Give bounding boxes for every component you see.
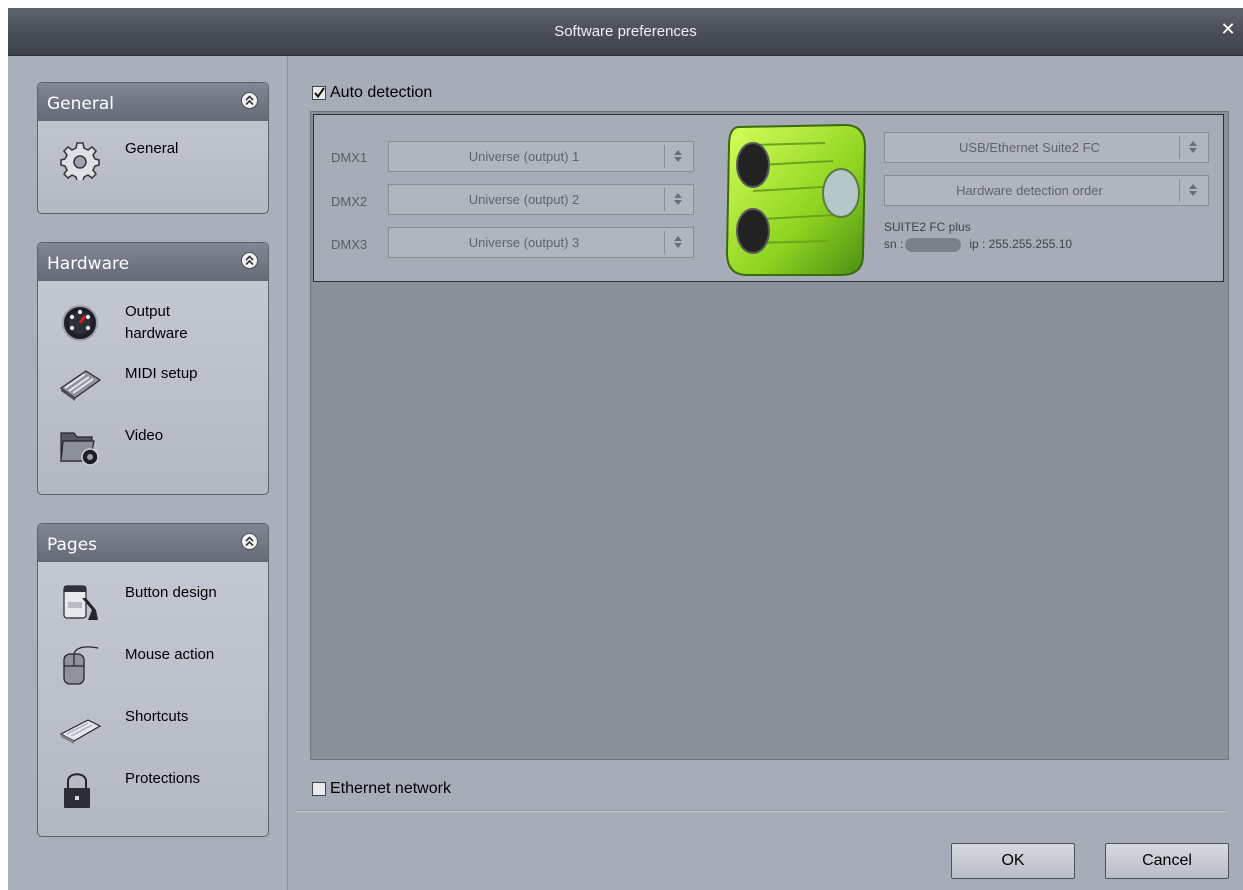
dmx3-select[interactable]: Universe (output) 3	[388, 227, 694, 258]
dmx1-select[interactable]: Universe (output) 1	[388, 141, 694, 172]
collapse-icon[interactable]	[241, 533, 258, 550]
sidebar-item-label: MIDI setup	[125, 365, 198, 382]
keyboard-icon	[59, 719, 102, 744]
select-value: Universe (output) 1	[468, 149, 580, 164]
sidebar-item-mouse-action[interactable]: Mouse action	[58, 642, 258, 698]
spin-arrows-icon[interactable]	[1179, 136, 1206, 159]
sidebar-item-label: Shortcuts	[125, 708, 189, 725]
sidebar-item-label: Video	[125, 427, 164, 444]
serial-label: sn :	[884, 237, 904, 251]
panel-hardware: Hardware Output hardware MIDI setup Vide…	[37, 242, 269, 495]
ethernet-network-checkbox[interactable]: Ethernet network	[312, 780, 451, 798]
sidebar-item-label: General	[125, 140, 179, 157]
sidebar-item-button-design[interactable]: Button design	[58, 580, 258, 636]
dmx2-select[interactable]: Universe (output) 2	[388, 184, 694, 215]
ok-button[interactable]: OK	[951, 843, 1075, 879]
paint-bucket-icon	[63, 585, 98, 620]
sidebar-item-shortcuts[interactable]: Shortcuts	[58, 704, 258, 760]
select-value: Universe (output) 3	[468, 235, 580, 250]
video-folder-icon	[60, 432, 99, 466]
device-list-area: DMX1 Universe (output) 1 DMX2 Universe (…	[310, 111, 1229, 760]
sidebar-item-label: Output hardware	[125, 303, 188, 342]
serial-redaction	[905, 237, 962, 252]
sidebar-item-protections[interactable]: Protections	[58, 766, 258, 822]
device-card[interactable]: DMX1 Universe (output) 1 DMX2 Universe (…	[313, 114, 1224, 282]
sidebar-item-label: Button design	[125, 584, 217, 601]
interface-select[interactable]: USB/Ethernet Suite2 FC	[884, 132, 1209, 163]
checkbox-box[interactable]	[312, 86, 326, 100]
select-value: Hardware detection order	[956, 183, 1103, 198]
panel-title: Pages	[47, 535, 98, 555]
output-hardware-icon	[62, 305, 98, 341]
checkbox-label: Ethernet network	[330, 780, 451, 797]
gear-icon	[60, 142, 100, 180]
sidebar-item-midi-setup[interactable]: MIDI setup	[58, 361, 258, 417]
spin-arrows-icon[interactable]	[664, 231, 691, 254]
panel-header: General	[38, 83, 268, 121]
detection-order-select[interactable]: Hardware detection order	[884, 175, 1209, 206]
dmx-label: DMX3	[331, 237, 368, 252]
divider	[295, 810, 1227, 812]
main-content: Auto detection DMX1 Universe (output) 1 …	[288, 56, 1243, 890]
midi-keyboard-icon	[59, 370, 102, 401]
sidebar: General General Hardware Output hardware…	[8, 56, 288, 890]
sidebar-item-general[interactable]: General	[58, 136, 258, 192]
mouse-icon	[63, 646, 99, 685]
checkbox-label: Auto detection	[330, 84, 433, 101]
panel-header: Hardware	[38, 243, 268, 281]
panel-title: Hardware	[47, 254, 130, 274]
sidebar-item-label: Mouse action	[125, 646, 215, 663]
panel-title: General	[47, 94, 114, 114]
panel-pages: Pages Button design Mouse action Shortcu…	[37, 523, 269, 837]
sidebar-item-label: Protections	[125, 770, 201, 787]
select-value: Universe (output) 2	[468, 192, 580, 207]
spin-arrows-icon[interactable]	[664, 145, 691, 168]
dmx-label: DMX1	[331, 150, 368, 165]
panel-general: General General	[37, 82, 269, 214]
checkmark-icon	[314, 87, 325, 99]
spin-arrows-icon[interactable]	[664, 188, 691, 211]
collapse-icon[interactable]	[241, 252, 258, 269]
preferences-window: Software preferences ✕ General General H…	[8, 8, 1243, 890]
usb-dmx-interface-device-image	[725, 123, 867, 276]
device-model: SUITE2 FC plus	[884, 220, 971, 234]
checkbox-box[interactable]	[312, 782, 326, 796]
collapse-icon[interactable]	[241, 92, 258, 109]
sidebar-item-output-hardware[interactable]: Output hardware	[58, 299, 258, 355]
padlock-icon	[64, 773, 90, 808]
dmx-label: DMX2	[331, 194, 368, 209]
panel-header: Pages	[38, 524, 268, 562]
auto-detection-checkbox[interactable]: Auto detection	[312, 84, 432, 102]
device-network-info: sn : ip : 255.255.255.10	[884, 237, 1072, 252]
cancel-button[interactable]: Cancel	[1105, 843, 1229, 879]
spin-arrows-icon[interactable]	[1179, 179, 1206, 202]
sidebar-item-video[interactable]: Video	[58, 423, 258, 479]
close-icon[interactable]: ✕	[1219, 21, 1237, 39]
title-bar: Software preferences ✕	[8, 8, 1243, 56]
ip-address: ip : 255.255.255.10	[969, 237, 1073, 251]
window-title: Software preferences	[554, 23, 697, 40]
select-value: USB/Ethernet Suite2 FC	[959, 140, 1100, 155]
